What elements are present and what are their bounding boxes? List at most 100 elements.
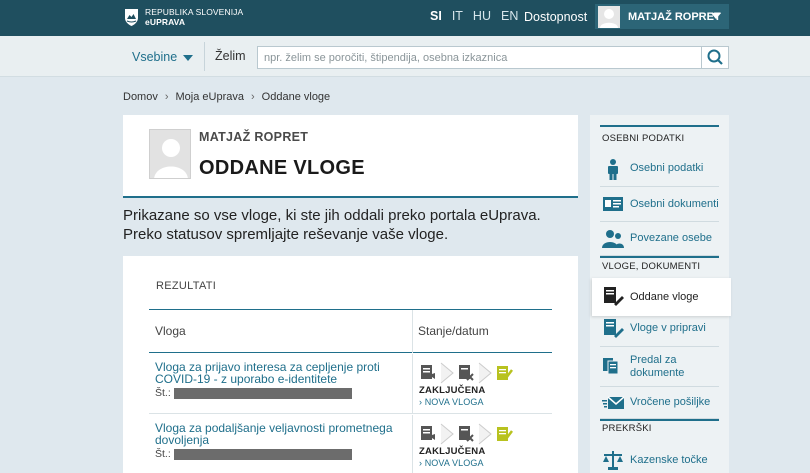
section-label-applications: VLOGE, DOKUMENTI: [602, 261, 701, 272]
content-menu-label: Vsebine: [132, 50, 178, 64]
application-link[interactable]: Vloga za podaljšanje veljavnosti prometn…: [155, 422, 400, 446]
document-processing-icon: [459, 426, 474, 442]
breadcrumb-separator: ›: [251, 91, 255, 103]
sidebar-item-label: Povezane osebe: [630, 232, 712, 244]
sidebar-item-penalty-points[interactable]: Kazenske točke: [600, 445, 719, 473]
number-label: Št.:: [155, 448, 171, 460]
results-heading: REZULTATI: [156, 280, 217, 292]
language-switcher: SI IT HU EN: [430, 9, 528, 23]
sidebar-item-personal-data[interactable]: Osebni podatki: [600, 151, 719, 187]
breadcrumb-current: Oddane vloge: [261, 91, 331, 103]
intro-text: Prikazane so vse vloge, ki ste jih oddal…: [123, 206, 573, 244]
breadcrumb: Domov › Moja eUprava › Oddane vloge: [123, 91, 330, 103]
logo-line1: REPUBLIKA SLOVENIJA: [145, 7, 244, 17]
column-divider: [412, 354, 413, 414]
chevron-down-icon: [183, 54, 194, 61]
want-label: Želim: [215, 49, 246, 63]
sidebar-item-label: Oddane vloge: [630, 290, 699, 303]
people-icon: [602, 229, 624, 248]
breadcrumb-separator: ›: [164, 91, 169, 103]
logo[interactable]: REPUBLIKA SLOVENIJA eUPRAVA: [124, 7, 243, 27]
content-menu-button[interactable]: Vsebine: [132, 50, 194, 64]
sidebar-item-label: Vročene pošiljke: [630, 396, 711, 408]
sidebar-item-label: Vloge v pripravi: [630, 322, 706, 334]
envelope-icon: [602, 395, 624, 409]
search-bar: Vsebine Želim: [0, 36, 810, 77]
step-arrow-icon: [440, 362, 454, 384]
status-badge: ZAKLJUČENA: [419, 446, 486, 457]
avatar: [149, 129, 191, 179]
breadcrumb-home[interactable]: Domov: [123, 91, 158, 103]
intro-line2: Preko statusov spremljajte reševanje vaš…: [123, 226, 449, 243]
status-badge: ZAKLJUČENA: [419, 385, 486, 396]
person-icon: [608, 158, 618, 180]
column-header-stanje: Stanje/datum: [418, 324, 489, 338]
column-divider: [412, 310, 413, 353]
status-steps: [419, 423, 515, 445]
table-header: Vloga Stanje/datum: [149, 309, 552, 353]
intro-line1: Prikazane so vse vloge, ki ste jih oddal…: [123, 207, 541, 224]
user-name: MATJAŽ ROPRET: [628, 10, 721, 23]
lang-it[interactable]: IT: [452, 9, 463, 23]
avatar-icon: [598, 5, 620, 28]
accessibility-link[interactable]: Dostopnost: [524, 10, 587, 24]
sidebar-item-label: Osebni dokumenti: [630, 197, 719, 210]
document-processing-icon: [459, 365, 474, 381]
sidebar-item-label: Kazenske točke: [630, 453, 708, 466]
sidebar-item-personal-documents[interactable]: Osebni dokumenti: [600, 187, 719, 222]
results-panel: REZULTATI Vloga Stanje/datum Vloga za pr…: [123, 256, 578, 473]
user-menu[interactable]: MATJAŽ ROPRET: [595, 4, 729, 29]
document-completed-icon: [497, 366, 513, 380]
inbox-icon: [603, 357, 619, 374]
table-row: Vloga za prijavo interesa za cepljenje p…: [149, 354, 552, 414]
logo-line2: eUPRAVA: [145, 17, 186, 27]
step-arrow-icon: [440, 423, 454, 445]
search-button[interactable]: [702, 46, 729, 69]
document-pen-icon: [604, 318, 624, 338]
status-steps: [419, 362, 515, 384]
sidebar-item-document-inbox[interactable]: Predal za dokumente: [600, 347, 719, 387]
sidebar-item-label: Osebni podatki: [630, 162, 704, 174]
number-label: Št.:: [155, 387, 171, 399]
search-icon: [707, 49, 723, 65]
document-completed-icon: [497, 427, 513, 441]
slovenia-shield-icon: [125, 8, 138, 26]
section-divider: [600, 419, 719, 421]
profile-header: MATJAŽ ROPRET ODDANE VLOGE: [123, 115, 578, 198]
sidebar-item-delivered-mail[interactable]: Vročene pošiljke: [600, 387, 719, 419]
step-arrow-icon: [478, 362, 492, 384]
document-pen-icon: [604, 287, 624, 306]
sidebar-item-related-persons[interactable]: Povezane osebe: [600, 222, 719, 256]
section-label-personal: OSEBNI PODATKI: [602, 133, 685, 144]
section-divider: [600, 125, 719, 127]
search-input[interactable]: [257, 46, 702, 69]
redacted-number: [173, 448, 352, 460]
page-title: ODDANE VLOGE: [199, 157, 365, 179]
top-bar: REPUBLIKA SLOVENIJA eUPRAVA SI IT HU EN …: [0, 0, 810, 36]
new-application-link[interactable]: › NOVA VLOGA: [419, 397, 484, 407]
profile-name: MATJAŽ ROPRET: [199, 130, 309, 144]
table-row: Vloga za podaljšanje veljavnosti prometn…: [149, 415, 552, 473]
lang-hu[interactable]: HU: [473, 9, 491, 23]
lang-si[interactable]: SI: [430, 9, 442, 23]
application-number: Št.:: [155, 387, 352, 399]
lang-en[interactable]: EN: [501, 9, 518, 23]
scales-icon: [603, 451, 623, 470]
id-card-icon: [603, 197, 623, 211]
redacted-number: [173, 387, 352, 399]
sidebar-item-drafts[interactable]: Vloge v pripravi: [600, 311, 719, 347]
step-arrow-icon: [478, 423, 492, 445]
sidebar-item-submitted-applications[interactable]: Oddane vloge: [592, 278, 731, 316]
document-submitted-icon: [421, 426, 435, 440]
application-link[interactable]: Vloga za prijavo interesa za cepljenje p…: [155, 361, 400, 385]
section-divider: [600, 256, 719, 258]
sidebar-item-label: Predal za dokumente: [630, 353, 685, 379]
breadcrumb-my-euprava[interactable]: Moja eUprava: [176, 91, 244, 103]
new-application-link[interactable]: › NOVA VLOGA: [419, 458, 484, 468]
application-number: Št.:: [155, 448, 352, 460]
column-divider: [412, 415, 413, 473]
section-label-offences: PREKRŠKI: [602, 423, 652, 434]
chevron-down-icon[interactable]: [711, 13, 721, 19]
column-header-vloga: Vloga: [155, 324, 186, 338]
divider: [204, 42, 205, 71]
